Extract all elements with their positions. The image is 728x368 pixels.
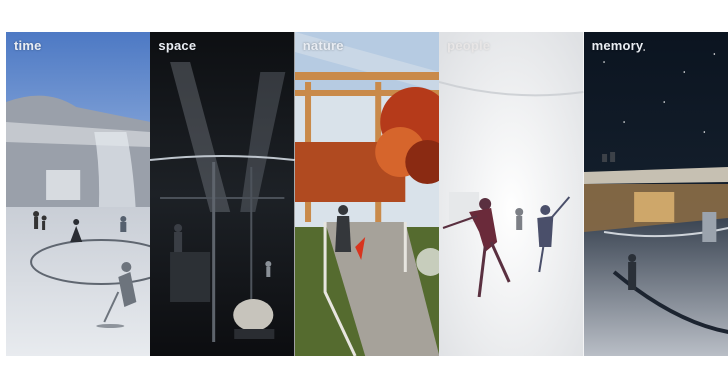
panel-label-time: time [14,38,42,53]
panel-label-people: people [447,38,491,53]
panel-label-memory: memory [591,38,644,53]
panel-space: space [150,32,295,356]
panel-label-nature: nature [302,38,344,53]
panel-strip: time space nature people memory [6,32,728,356]
nature-illustration [294,32,440,356]
panel-time: time [6,32,151,356]
panel-label-space: space [158,38,197,53]
memory-illustration [583,32,728,356]
people-illustration [439,32,584,356]
panel-people: people [439,32,584,356]
space-illustration [150,32,295,356]
panel-nature: nature [294,32,440,356]
time-illustration [6,32,151,356]
panel-memory: memory [583,32,728,356]
